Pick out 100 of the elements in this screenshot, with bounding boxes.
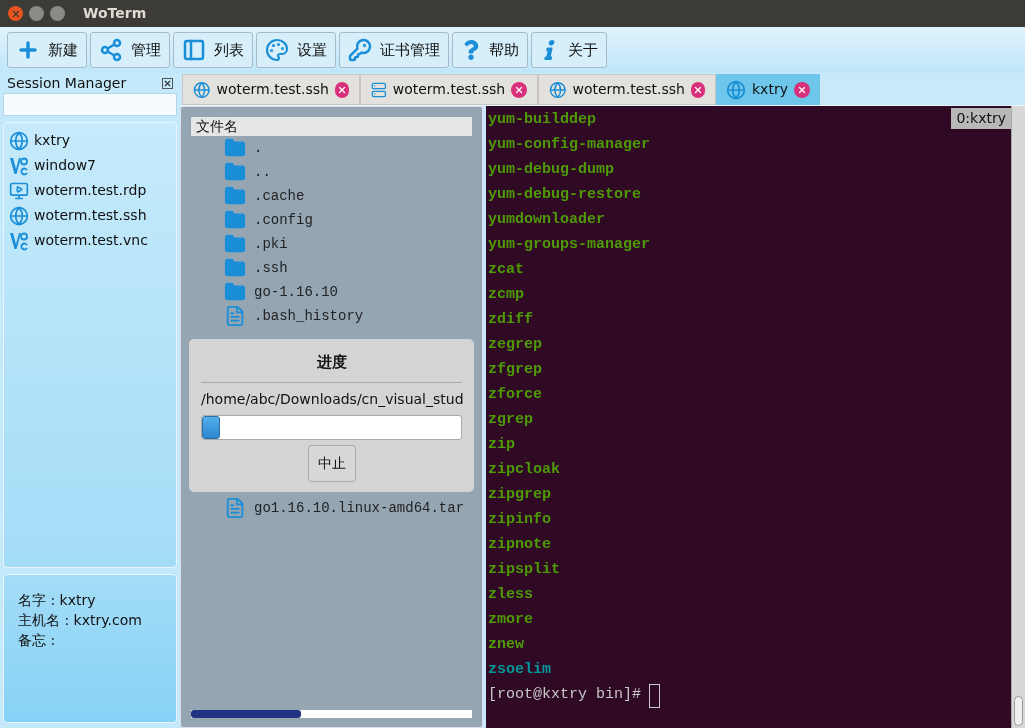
terminal-line: yum-groups-manager — [488, 235, 651, 256]
vnc-icon — [9, 155, 29, 176]
file-name: go1.16.10.linux-amd64.tar — [254, 498, 465, 518]
terminal-line: zdiff — [488, 310, 533, 331]
share-icon — [99, 38, 123, 62]
close-icon[interactable] — [335, 81, 349, 98]
panel-title: Session Manager — [7, 73, 127, 93]
file-name: . — [254, 138, 263, 158]
file-row[interactable]: go-1.16.10 — [191, 280, 472, 304]
terminal-line: yum-config-manager — [488, 135, 651, 156]
folder-icon — [224, 185, 246, 207]
terminal-line: zforce — [488, 385, 542, 406]
terminal-line: zmore — [488, 610, 533, 631]
file-row[interactable]: . — [191, 136, 472, 160]
terminal-line: znew — [488, 635, 524, 656]
folder-icon — [224, 281, 246, 303]
terminal-line: yum-debug-restore — [488, 185, 642, 206]
stop-button[interactable]: 中止 — [307, 444, 356, 482]
toolbar-button[interactable]: 证书管理 — [339, 32, 449, 68]
server-icon — [371, 81, 387, 98]
detail-text: 备忘 : — [18, 631, 57, 650]
detail-text: 名字 : kxtry — [18, 591, 97, 610]
session-label: 0:kxtry — [951, 108, 1011, 129]
globe-icon — [9, 130, 29, 151]
terminal-line: [root@kxtry bin]# — [488, 685, 642, 706]
toolbar-button[interactable]: 管理 — [90, 32, 170, 68]
file-name: .. — [254, 162, 271, 182]
session-item[interactable]: woterm.test.rdp — [9, 178, 171, 203]
vnc-icon — [9, 230, 29, 251]
panel-icon — [182, 38, 206, 62]
terminal-line: zegrep — [488, 335, 542, 356]
session-item[interactable]: window7 — [9, 153, 171, 178]
toolbar-button[interactable]: 设置 — [256, 32, 336, 68]
terminal-line: yumdownloader — [488, 210, 606, 231]
toolbar-button[interactable]: 关于 — [531, 32, 607, 68]
palette-icon — [265, 38, 289, 62]
file-name: .ssh — [254, 258, 288, 278]
search-field[interactable] — [3, 93, 177, 116]
file-icon — [224, 305, 246, 327]
file-name: .pki — [254, 234, 288, 254]
file-row[interactable]: .pki — [191, 232, 472, 256]
terminal-line: zcmp — [488, 285, 524, 306]
globe-icon — [9, 205, 29, 226]
monitor-icon — [9, 180, 29, 201]
file-name: .config — [254, 210, 313, 230]
file-row[interactable]: .bash_history — [191, 304, 472, 328]
close-icon[interactable] — [691, 81, 705, 98]
terminal-line: zgrep — [488, 410, 533, 431]
terminal-line: zsoelim — [488, 660, 551, 681]
close-icon[interactable] — [162, 77, 173, 89]
terminal-line: zip — [488, 435, 515, 456]
file-row[interactable]: .config — [191, 208, 472, 232]
file-name: .bash_history — [254, 306, 364, 326]
file-row[interactable]: .cache — [191, 184, 472, 208]
close-icon[interactable] — [793, 81, 810, 98]
terminal-line: zipsplit — [488, 560, 560, 581]
tab[interactable]: woterm.test.ssh — [360, 74, 538, 105]
column-header: 文件名 — [191, 117, 472, 136]
terminal-line: zipnote — [488, 535, 551, 556]
terminal-line: zipgrep — [488, 485, 551, 506]
terminal-line: yum-builddep — [488, 110, 597, 131]
terminal-line: zipcloak — [488, 460, 560, 481]
file-row[interactable]: go1.16.10.linux-amd64.tar — [191, 496, 472, 520]
maximize-icon[interactable] — [50, 6, 65, 21]
globe-icon — [726, 79, 746, 100]
terminal-line: zless — [488, 585, 533, 606]
terminal-line: zcat — [488, 260, 524, 281]
folder-icon — [224, 137, 246, 159]
folder-icon — [224, 257, 246, 279]
globe-icon — [549, 79, 567, 100]
session-item[interactable]: woterm.test.ssh — [9, 203, 171, 228]
toolbar-button[interactable]: 帮助 — [452, 32, 528, 68]
toolbar-button[interactable]: 新建 — [7, 32, 87, 68]
session-item[interactable]: woterm.test.vnc — [9, 228, 171, 253]
tab[interactable]: woterm.test.ssh — [182, 74, 360, 105]
folder-icon — [224, 209, 246, 231]
toolbar-button[interactable]: 列表 — [173, 32, 253, 68]
file-name: .cache — [254, 186, 305, 206]
file-row[interactable]: .ssh — [191, 256, 472, 280]
terminal-line: zipinfo — [488, 510, 551, 531]
scrollbar[interactable] — [1011, 106, 1025, 728]
folder-icon — [224, 233, 246, 255]
cursor-icon — [649, 683, 661, 708]
session-item[interactable]: kxtry — [9, 128, 171, 153]
file-icon — [224, 497, 246, 519]
minimize-icon[interactable] — [29, 6, 44, 21]
terminal-line: zfgrep — [488, 360, 542, 381]
window-title: WoTerm — [83, 4, 147, 23]
file-row[interactable]: .. — [191, 160, 472, 184]
plus-icon — [16, 38, 40, 62]
globe-icon — [193, 79, 211, 100]
close-icon[interactable] — [511, 81, 527, 98]
tab[interactable]: kxtry — [716, 74, 820, 105]
dialog-title: 进度 — [315, 352, 348, 373]
terminal-line: yum-debug-dump — [488, 160, 615, 181]
key-icon — [348, 38, 372, 62]
tab[interactable]: woterm.test.ssh — [538, 74, 716, 105]
folder-icon — [224, 161, 246, 183]
file-path: /home/abc/Downloads/cn_visual_stud — [201, 389, 462, 409]
file-name: go-1.16.10 — [254, 282, 338, 302]
